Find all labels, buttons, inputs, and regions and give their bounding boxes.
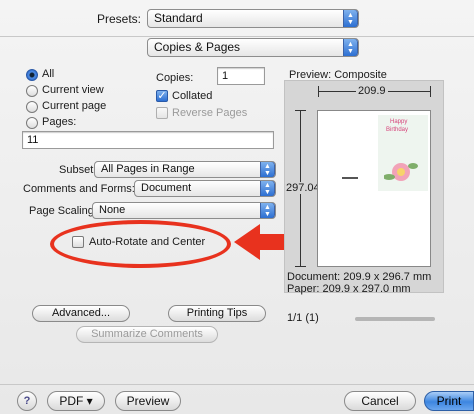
- preview-button[interactable]: Preview: [115, 391, 181, 411]
- flower-icon: [384, 163, 418, 181]
- popup-arrows-icon: ▲ ▼: [260, 203, 275, 218]
- pane-value: Copies & Pages: [154, 40, 241, 54]
- comments-value: Document: [141, 182, 192, 194]
- pdf-menu-button[interactable]: PDF ▾: [47, 391, 105, 411]
- collated-checkbox[interactable]: ✓: [156, 90, 168, 102]
- radio-pages[interactable]: [26, 117, 38, 129]
- cancel-button[interactable]: Cancel: [344, 391, 416, 411]
- dimension-tick: [295, 110, 306, 111]
- thumbnail-text-mark: [342, 177, 358, 179]
- paper-size: Paper: 209.9 x 297.0 mm: [287, 283, 411, 295]
- print-dialog: Presets: Standard ▲ ▼ Copies & Pages ▲ ▼ A…: [0, 0, 474, 414]
- reverse-pages-checkbox[interactable]: [156, 107, 168, 119]
- page-slider[interactable]: [355, 317, 435, 321]
- subset-label: Subset:: [59, 164, 97, 176]
- copies-field[interactable]: 1: [217, 67, 265, 85]
- popup-arrows-icon: ▲ ▼: [260, 162, 275, 177]
- advanced-button[interactable]: Advanced...: [32, 305, 130, 322]
- radio-all[interactable]: [26, 69, 38, 81]
- radio-current-view[interactable]: [26, 85, 38, 97]
- pages-field[interactable]: 11: [22, 131, 274, 149]
- subset-value: All Pages in Range: [101, 163, 195, 175]
- scaling-value: None: [99, 204, 126, 216]
- popup-arrows-icon[interactable]: ▲ ▼: [343, 39, 358, 56]
- subset-popup[interactable]: All Pages in Range ▲ ▼: [94, 161, 276, 178]
- presets-popup[interactable]: Standard ▲ ▼: [147, 9, 359, 28]
- scaling-label: Page Scaling:: [29, 205, 97, 217]
- height-dimension: 297.04: [285, 182, 321, 194]
- collated-label: Collated: [172, 90, 213, 102]
- separator: [0, 36, 474, 37]
- radio-current-page[interactable]: [26, 101, 38, 113]
- scaling-popup[interactable]: None ▲ ▼: [92, 202, 276, 219]
- card-text-line1: Happy: [390, 119, 408, 125]
- pane-popup[interactable]: Copies & Pages ▲ ▼: [147, 38, 359, 57]
- page-count: 1/1 (1): [287, 312, 319, 324]
- radio-current-page-label: Current page: [42, 100, 107, 112]
- width-dimension: 209.9: [356, 85, 388, 97]
- popup-arrows-icon: ▲ ▼: [343, 10, 358, 27]
- summarize-comments-button[interactable]: Summarize Comments: [76, 326, 218, 343]
- radio-pages-label: Pages:: [42, 116, 77, 128]
- highlight-ellipse: [50, 220, 231, 268]
- popup-arrows-icon: ▲ ▼: [260, 181, 275, 196]
- dimension-tick: [430, 86, 431, 97]
- help-icon[interactable]: ?: [17, 391, 37, 411]
- copies-label: Copies:: [156, 72, 194, 84]
- separator: [0, 384, 474, 385]
- dimension-tick: [295, 266, 306, 267]
- dimension-tick: [318, 86, 319, 97]
- page-thumbnail: Happy Birthday: [317, 110, 431, 267]
- radio-all-label: All: [42, 68, 55, 80]
- document-size: Document: 209.9 x 296.7 mm: [287, 271, 432, 283]
- presets-label: Presets:: [97, 12, 142, 26]
- printing-tips-button[interactable]: Printing Tips: [168, 305, 266, 322]
- card-text-line2: Birthday: [386, 127, 409, 133]
- radio-current-view-label: Current view: [42, 84, 104, 96]
- presets-value: Standard: [154, 11, 203, 25]
- comments-label: Comments and Forms:: [23, 183, 135, 195]
- print-button[interactable]: Print: [424, 391, 474, 411]
- comments-popup[interactable]: Document ▲ ▼: [134, 180, 276, 197]
- reverse-pages-label: Reverse Pages: [172, 107, 248, 119]
